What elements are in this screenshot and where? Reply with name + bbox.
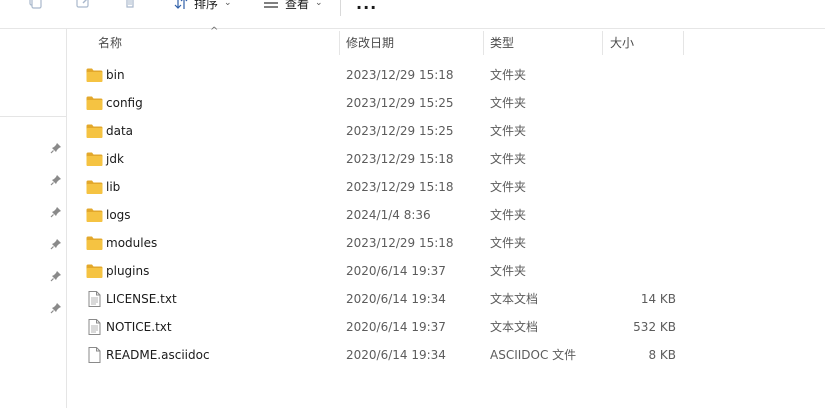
- file-name: README.asciidoc: [106, 348, 210, 362]
- file-size: [607, 173, 676, 201]
- pin-icon[interactable]: [50, 302, 62, 314]
- pin-icon[interactable]: [50, 238, 62, 250]
- file-name: logs: [106, 208, 131, 222]
- text-file-icon: [86, 319, 103, 335]
- sort-icon: [174, 0, 188, 9]
- file-type: ASCIIDOC 文件: [490, 348, 577, 362]
- file-name: lib: [106, 180, 121, 194]
- folder-icon: [86, 151, 103, 167]
- file-row[interactable]: modules 2023/12/29 15:18 文件夹: [67, 229, 825, 257]
- file-size: [607, 257, 676, 285]
- folder-icon: [86, 95, 103, 111]
- file-type: 文件夹: [490, 264, 527, 278]
- rename-icon[interactable]: [75, 0, 93, 10]
- folder-icon: [86, 67, 103, 83]
- file-size: [607, 145, 676, 173]
- blank-file-icon: [86, 347, 103, 363]
- file-type: 文本文档: [490, 320, 539, 334]
- file-row[interactable]: NOTICE.txt 2020/6/14 19:37 文本文档 532 KB: [67, 313, 825, 341]
- command-bar: 排序 ⌄ 查看 ⌄ ...: [0, 0, 825, 29]
- folder-icon: [86, 179, 103, 195]
- file-row[interactable]: config 2023/12/29 15:25 文件夹: [67, 89, 825, 117]
- toolbar-separator: [340, 0, 341, 16]
- file-name: plugins: [106, 264, 150, 278]
- file-type: 文本文档: [490, 292, 539, 306]
- column-header-row: ^ 名称 修改日期 类型 大小: [67, 26, 825, 57]
- file-type: 文件夹: [490, 208, 527, 222]
- file-type: 文件夹: [490, 96, 527, 110]
- file-name: NOTICE.txt: [106, 320, 172, 334]
- file-modified-date: 2020/6/14 19:34: [346, 292, 446, 306]
- navigation-pane: [0, 29, 67, 408]
- folder-icon: [86, 235, 103, 251]
- file-size: [607, 229, 676, 257]
- sort-label: 排序: [194, 0, 219, 11]
- copy-icon[interactable]: [26, 0, 44, 10]
- file-modified-date: 2024/1/4 8:36: [346, 208, 431, 222]
- file-modified-date: 2020/6/14 19:34: [346, 348, 446, 362]
- view-label: 查看: [285, 0, 310, 11]
- file-size: [607, 61, 676, 89]
- file-type: 文件夹: [490, 68, 527, 82]
- view-icon: [264, 2, 278, 8]
- file-modified-date: 2023/12/29 15:25: [346, 96, 454, 110]
- folder-icon: [86, 263, 103, 279]
- file-size: 532 KB: [633, 320, 676, 334]
- pin-icon[interactable]: [50, 270, 62, 282]
- folder-icon: [86, 207, 103, 223]
- file-modified-date: 2023/12/29 15:18: [346, 68, 454, 82]
- file-type: 文件夹: [490, 180, 527, 194]
- view-button[interactable]: 查看 ⌄: [263, 0, 323, 13]
- column-header-size[interactable]: 大小: [610, 29, 680, 57]
- file-modified-date: 2023/12/29 15:25: [346, 124, 454, 138]
- file-row[interactable]: LICENSE.txt 2020/6/14 19:34 文本文档 14 KB: [67, 285, 825, 313]
- file-type: 文件夹: [490, 152, 527, 166]
- chevron-down-icon: ⌄: [224, 0, 232, 8]
- file-size: [607, 117, 676, 145]
- file-type: 文件夹: [490, 236, 527, 250]
- file-row[interactable]: plugins 2020/6/14 19:37 文件夹: [67, 257, 825, 285]
- file-size: [607, 89, 676, 117]
- column-header-date[interactable]: 修改日期: [346, 29, 481, 57]
- file-name: LICENSE.txt: [106, 292, 177, 306]
- file-name: jdk: [106, 152, 124, 166]
- column-divider[interactable]: [483, 31, 484, 55]
- file-name: modules: [106, 236, 158, 250]
- pin-icon[interactable]: [50, 174, 62, 186]
- file-type: 文件夹: [490, 124, 527, 138]
- folder-icon: [86, 123, 103, 139]
- file-row[interactable]: data 2023/12/29 15:25 文件夹: [67, 117, 825, 145]
- nav-divider: [0, 116, 66, 117]
- file-row[interactable]: README.asciidoc 2020/6/14 19:34 ASCIIDOC 文…: [67, 341, 825, 369]
- text-file-icon: [86, 291, 103, 307]
- file-modified-date: 2020/6/14 19:37: [346, 320, 446, 334]
- file-row[interactable]: jdk 2023/12/29 15:18 文件夹: [67, 145, 825, 173]
- column-header-name[interactable]: 名称: [98, 29, 338, 57]
- file-size: 8 KB: [648, 348, 676, 362]
- file-modified-date: 2023/12/29 15:18: [346, 236, 454, 250]
- column-divider[interactable]: [339, 31, 340, 55]
- pin-icon[interactable]: [50, 142, 62, 154]
- file-name: data: [106, 124, 134, 138]
- sort-button[interactable]: 排序 ⌄: [174, 0, 232, 13]
- file-name: config: [106, 96, 143, 110]
- file-modified-date: 2020/6/14 19:37: [346, 264, 446, 278]
- file-modified-date: 2023/12/29 15:18: [346, 152, 454, 166]
- chevron-down-icon: ⌄: [315, 0, 323, 8]
- column-divider[interactable]: [683, 31, 684, 55]
- file-row[interactable]: logs 2024/1/4 8:36 文件夹: [67, 201, 825, 229]
- file-row[interactable]: lib 2023/12/29 15:18 文件夹: [67, 173, 825, 201]
- file-size: [607, 201, 676, 229]
- pin-icon[interactable]: [50, 206, 62, 218]
- delete-icon[interactable]: [121, 0, 139, 10]
- file-name: bin: [106, 68, 125, 82]
- column-header-type[interactable]: 类型: [490, 29, 600, 57]
- file-explorer-window: 排序 ⌄ 查看 ⌄ ... ^ 名称 修改日期 类型 大小 bin 2023/1…: [0, 0, 825, 408]
- file-row[interactable]: bin 2023/12/29 15:18 文件夹: [67, 61, 825, 89]
- column-divider[interactable]: [602, 31, 603, 55]
- file-size: 14 KB: [640, 292, 676, 306]
- more-options-button[interactable]: ...: [356, 0, 377, 13]
- file-list: bin 2023/12/29 15:18 文件夹 config 2023/12/29 1…: [67, 61, 825, 369]
- file-modified-date: 2023/12/29 15:18: [346, 180, 454, 194]
